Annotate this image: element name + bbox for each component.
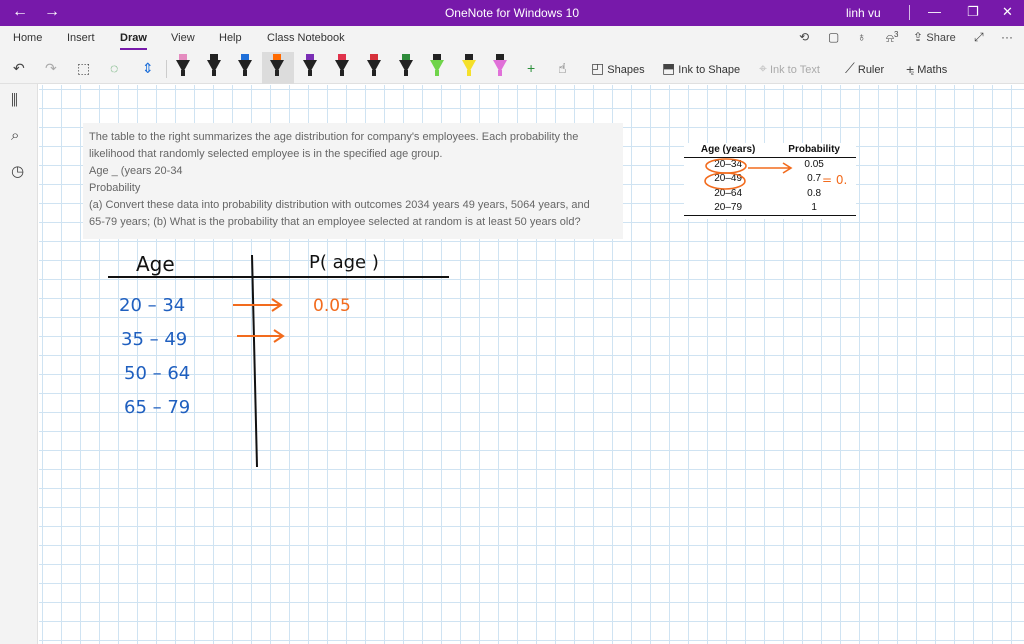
ink-row-age: 20 – 34 (119, 295, 185, 316)
ink-value-row1: 0.05 (313, 296, 351, 316)
ink-header-age: Age (136, 252, 175, 276)
ink-table-divider-line (251, 254, 258, 468)
ink-arrow-row1 (233, 298, 283, 312)
ink-layer: = 0. Age P( age ) 20 – 34 35 – 49 50 – 6… (108, 158, 847, 468)
ink-circle-20-34 (705, 158, 747, 174)
ink-circle-20-49 (704, 172, 746, 190)
ink-row-age: 35 – 49 (121, 329, 187, 350)
ink-row-age: 50 – 64 (124, 363, 190, 384)
ink-arrow-table (748, 162, 793, 174)
ink-table-annotation: = 0. (822, 173, 847, 187)
ink-row-age: 65 – 79 (124, 397, 190, 418)
ink-arrow-row2 (237, 329, 285, 343)
ink-header-probability: P( age ) (309, 252, 379, 273)
